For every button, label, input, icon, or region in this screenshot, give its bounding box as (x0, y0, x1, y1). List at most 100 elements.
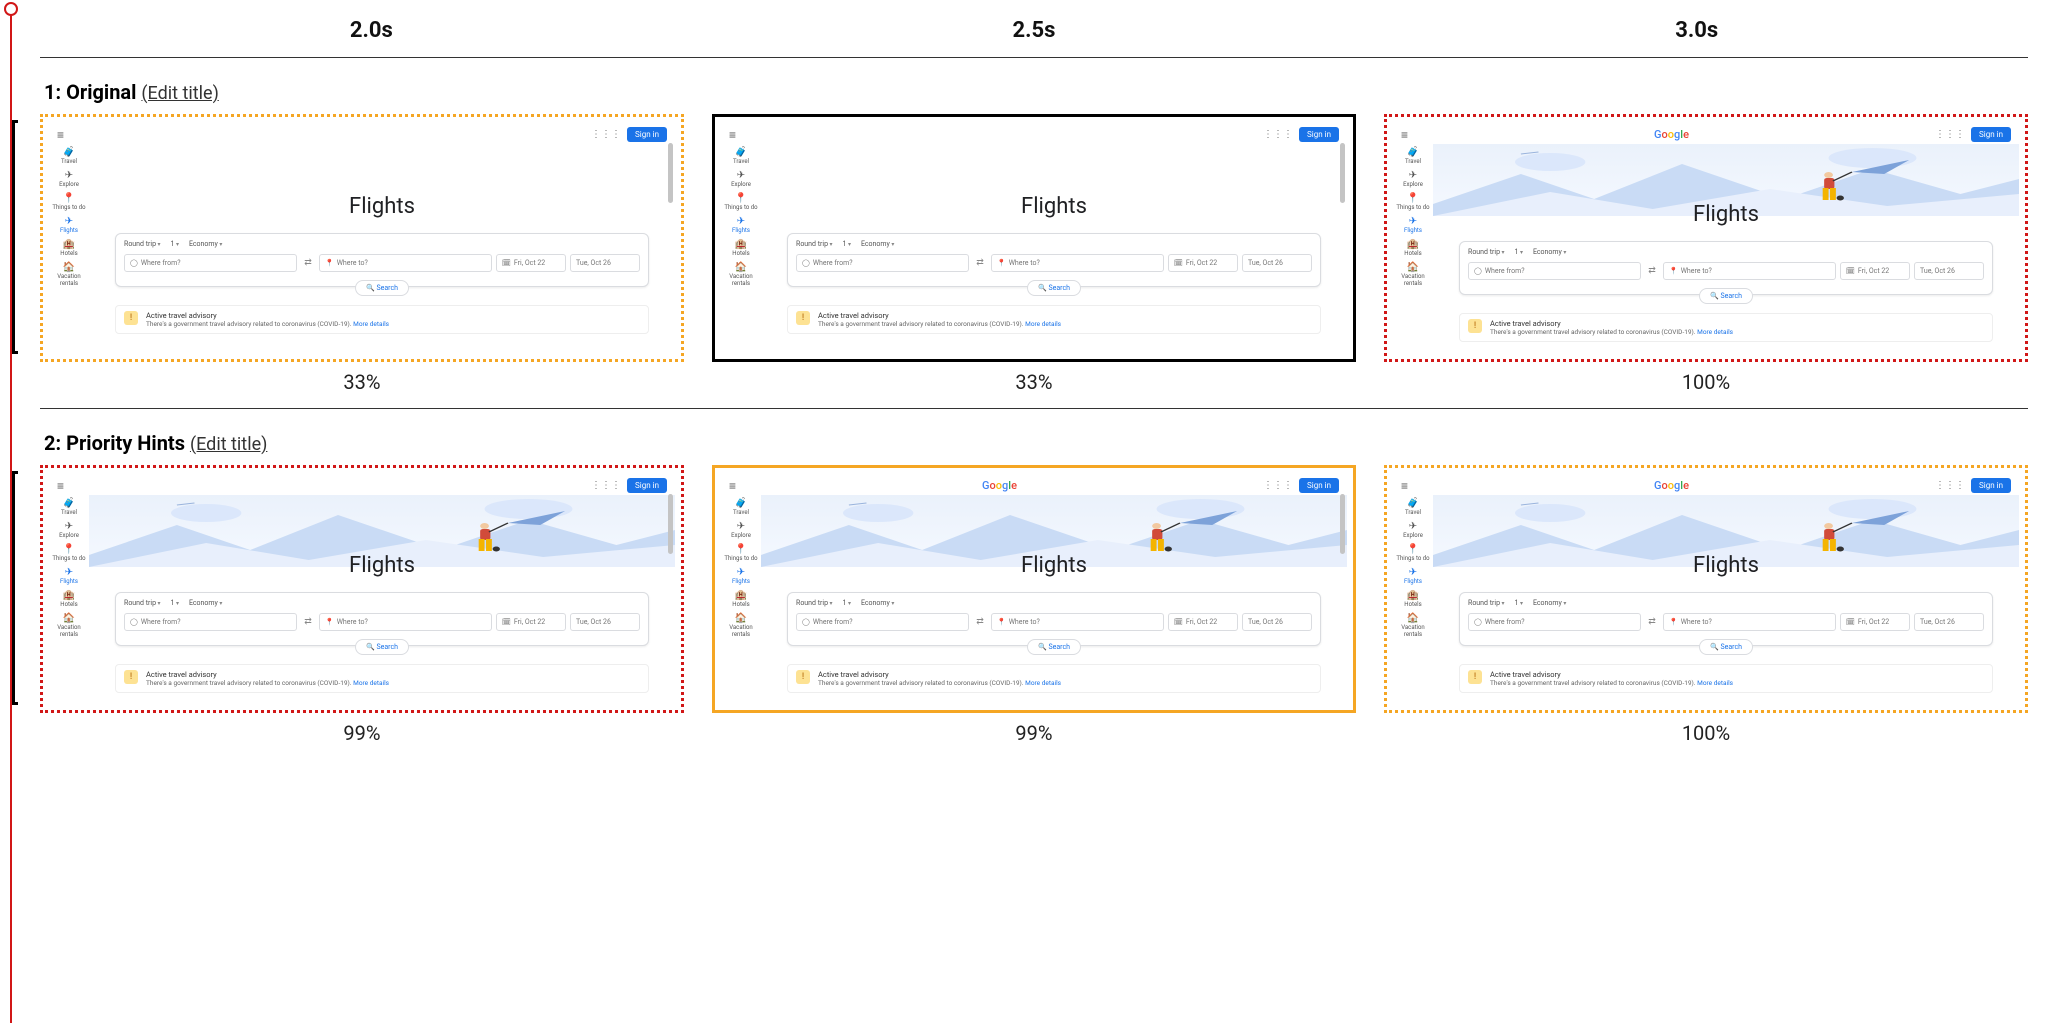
screenshot-thumbnail: ≡ ⋮⋮⋮ Sign in 🧳Travel✈Explore📍Things to … (49, 123, 675, 353)
return-date: Tue, Oct 26 (1242, 254, 1312, 272)
sidenav-item-2: 📍Things to do (1395, 545, 1431, 562)
depart-date: 🗓 Fri, Oct 22 (496, 254, 566, 272)
trip-options: Round trip 1 Economy (124, 599, 640, 607)
search-button: 🔍 Search (1027, 280, 1081, 296)
visual-complete-percent: 100% (1682, 721, 1730, 745)
screenshot-thumbnail: ≡ Google ⋮⋮⋮ Sign in 🧳Travel✈Explore📍Thi… (1393, 123, 2019, 353)
advisory-more-link: More details (353, 320, 389, 328)
thumb-sidenav: 🧳Travel✈Explore📍Things to do✈Flights🏨Hot… (49, 144, 89, 352)
time-header-1: 2.5s (703, 18, 1366, 43)
sidenav-item-5: 🏠Vacation rentals (51, 614, 87, 638)
trip-type: Round trip (124, 599, 161, 607)
trip-type: Round trip (1468, 248, 1505, 256)
sidenav-item-5: 🏠Vacation rentals (723, 614, 759, 638)
filmstrip-row-1: ≡ ⋮⋮⋮ Sign in 🧳Travel✈Explore📍Things to … (40, 465, 2028, 745)
advisory-more-link: More details (1025, 679, 1061, 687)
frame-1-0[interactable]: ≡ ⋮⋮⋮ Sign in 🧳Travel✈Explore📍Things to … (40, 465, 684, 745)
to-field: 📍 Where to? (319, 613, 492, 631)
sidenav-item-1: ✈Explore (1395, 522, 1431, 539)
edit-title-link[interactable]: (Edit title) (190, 434, 267, 455)
advisory-subtitle: There's a government travel advisory rel… (818, 679, 1024, 687)
sidenav-item-2: 📍Things to do (51, 194, 87, 211)
frame-1-1[interactable]: ≡ Google ⋮⋮⋮ Sign in 🧳Travel✈Explore📍Thi… (712, 465, 1356, 745)
thumb-topbar: ≡ Google ⋮⋮⋮ Sign in (1393, 474, 2019, 495)
hamburger-icon: ≡ (1401, 479, 1408, 493)
row-label-1: 2: Priority Hints (Edit title) (40, 409, 2028, 465)
sign-in-button: Sign in (1971, 127, 2011, 142)
thumb-topbar: ≡ ⋮⋮⋮ Sign in (721, 123, 1347, 144)
cabin-class: Economy (189, 599, 222, 607)
depart-date: 🗓 Fri, Oct 22 (1168, 254, 1238, 272)
scrollbar-indicator (668, 494, 673, 554)
return-date: Tue, Oct 26 (570, 254, 640, 272)
hamburger-icon: ≡ (729, 128, 736, 142)
thumb-main: Flights Round trip 1 Economy ◯ Where fro… (761, 144, 1347, 352)
sidenav-item-0: 🧳Travel (1395, 148, 1431, 165)
sidenav-item-3: ✈Flights (51, 568, 87, 585)
trip-options: Round trip 1 Economy (124, 240, 640, 248)
frame-border: ≡ ⋮⋮⋮ Sign in 🧳Travel✈Explore📍Things to … (40, 114, 684, 362)
sidenav-item-0: 🧳Travel (1395, 499, 1431, 516)
sidenav-item-0: 🧳Travel (723, 148, 759, 165)
cabin-class: Economy (1533, 248, 1566, 256)
advisory-title: Active travel advisory (1490, 319, 1733, 328)
frame-1-2[interactable]: ≡ Google ⋮⋮⋮ Sign in 🧳Travel ✈Explore 📍Thi… (1384, 465, 2028, 745)
sidenav-item-2: 📍Things to do (1395, 194, 1431, 211)
scrollbar-indicator (1340, 494, 1345, 554)
warning-icon: ! (1468, 670, 1482, 684)
sign-in-button: Sign in (627, 478, 667, 493)
screenshot-thumbnail: ≡ ⋮⋮⋮ Sign in 🧳Travel✈Explore📍Things to … (721, 123, 1347, 353)
row-index: 2: Priority Hints (44, 431, 185, 455)
frame-0-0[interactable]: ≡ ⋮⋮⋮ Sign in 🧳Travel✈Explore📍Things to … (40, 114, 684, 394)
trip-options: Round trip 1 Economy (796, 240, 1312, 248)
visual-complete-percent: 33% (1015, 370, 1052, 394)
hamburger-icon: ≡ (57, 479, 64, 493)
from-field: ◯ Where from? (796, 613, 969, 631)
advisory-subtitle: There's a government travel advisory rel… (818, 320, 1024, 328)
travel-advisory: ! Active travel advisory There's a gover… (115, 664, 649, 693)
advisory-title: Active travel advisory (146, 670, 389, 679)
cabin-class: Economy (1533, 599, 1566, 607)
search-button: 🔍 Search (1699, 288, 1753, 304)
google-logo: Google (982, 479, 1017, 492)
swap-icon: ⇄ (973, 617, 987, 627)
passenger-count: 1 (171, 240, 179, 248)
cabin-class: Economy (861, 240, 894, 248)
sidenav-item-2: 📍Things to do (723, 194, 759, 211)
advisory-more-link: More details (1697, 679, 1733, 687)
frame-0-2[interactable]: ≡ Google ⋮⋮⋮ Sign in 🧳Travel✈Explore📍Thi… (1384, 114, 2028, 394)
frame-0-1[interactable]: ≡ ⋮⋮⋮ Sign in 🧳Travel✈Explore📍Things to … (712, 114, 1356, 394)
depart-date: 🗓 Fri, Oct 22 (1840, 613, 1910, 631)
search-card: Round trip 1 Economy ◯ Where from? ⇄ 📍 W… (1459, 592, 1993, 646)
sign-in-button: Sign in (1299, 127, 1339, 142)
sidenav-item-3: ✈Flights (1395, 217, 1431, 234)
from-field: ◯ Where from? (1468, 262, 1641, 280)
swap-icon: ⇄ (301, 617, 315, 627)
google-logo: Google (1654, 128, 1689, 141)
hamburger-icon: ≡ (729, 479, 736, 493)
search-card: Round trip 1 Economy ◯ Where from? ⇄ 📍 W… (1459, 241, 1993, 295)
screenshot-thumbnail: ≡ Google ⋮⋮⋮ Sign in 🧳Travel ✈Explore 📍Thi… (1393, 474, 2019, 704)
trip-type: Round trip (796, 599, 833, 607)
sidenav-item-4: 🏨Hotels (1395, 591, 1431, 608)
swap-icon: ⇄ (1645, 617, 1659, 627)
visual-complete-percent: 99% (343, 721, 380, 745)
thumb-main: Flights Round trip 1 Economy ◯ Where fro… (89, 495, 675, 703)
sidenav-item-3: ✈Flights (51, 217, 87, 234)
page-title: Flights (761, 194, 1347, 219)
to-field: 📍 Where to? (991, 254, 1164, 272)
trip-options: Round trip 1 Economy (1468, 599, 1984, 607)
page-title: Flights (761, 553, 1347, 578)
sidenav-item-1: ✈Explore (51, 522, 87, 539)
visual-complete-percent: 99% (1015, 721, 1052, 745)
search-button: 🔍 Search (1027, 639, 1081, 655)
travel-advisory: ! Active travel advisory There's a gover… (115, 305, 649, 334)
travel-advisory: ! Active travel advisory There's a gover… (1459, 313, 1993, 342)
thumb-topbar: ≡ ⋮⋮⋮ Sign in (49, 123, 675, 144)
sidenav-item-5: 🏠Vacation rentals (1395, 263, 1431, 287)
hamburger-icon: ≡ (1401, 128, 1408, 142)
row-bracket (12, 120, 18, 354)
advisory-title: Active travel advisory (146, 311, 389, 320)
swap-icon: ⇄ (301, 258, 315, 268)
edit-title-link[interactable]: (Edit title) (141, 83, 218, 104)
